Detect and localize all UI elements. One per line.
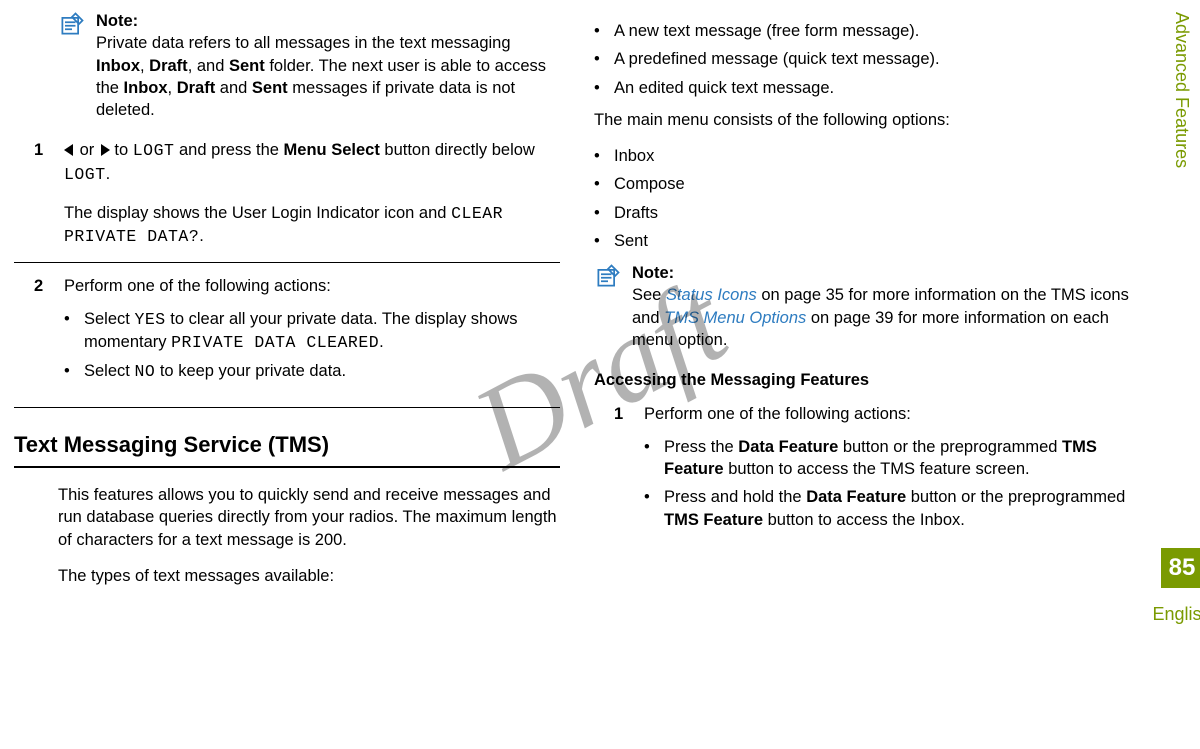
paragraph: The main menu consists of the following … <box>594 109 1140 131</box>
step-body: or to LOGT and press the Menu Select but… <box>64 139 560 248</box>
step-lead: Perform one of the following actions: <box>644 403 1140 425</box>
step-number: 2 <box>34 275 50 393</box>
language-label: English <box>1152 602 1200 626</box>
bullet-item: •Press and hold the Data Feature button … <box>644 486 1140 531</box>
section-heading-tms: Text Messaging Service (TMS) <box>14 430 560 468</box>
link-status-icons[interactable]: Status Icons <box>666 286 757 304</box>
paragraph: The types of text messages available: <box>58 565 560 587</box>
note-text: See Status Icons on page 35 for more inf… <box>632 284 1140 351</box>
side-tab: Advanced Features 85 English <box>1164 0 1200 627</box>
note-title: Note: <box>96 12 138 30</box>
step-number: 1 <box>34 139 50 248</box>
note-icon <box>58 10 86 38</box>
section-body: This features allows you to quickly send… <box>58 484 560 587</box>
bullet-item: •Sent <box>594 230 1140 252</box>
left-column: Note: Private data refers to all message… <box>14 10 560 739</box>
bullet-item: •A new text message (free form message). <box>594 20 1140 42</box>
bullet-list: •Press the Data Feature button or the pr… <box>644 436 1140 531</box>
code-yes: YES <box>134 310 165 329</box>
step-lead: Perform one of the following actions: <box>64 275 560 297</box>
step-1-right: 1 Perform one of the following actions: … <box>614 403 1140 540</box>
code-logt-2: LOGT <box>64 165 106 184</box>
bullet-list: •Select YES to clear all your private da… <box>64 308 560 384</box>
step-body: Perform one of the following actions: •S… <box>64 275 560 393</box>
step-1: 1 or to LOGT and press the Menu Select b… <box>34 139 560 248</box>
note-icon <box>594 262 622 290</box>
divider <box>14 262 560 263</box>
divider <box>14 407 560 408</box>
section-label: Advanced Features <box>1170 12 1194 168</box>
bullet-item: •Select NO to keep your private data. <box>64 360 560 383</box>
note-title: Note: <box>632 264 674 282</box>
note-content: Note: Private data refers to all message… <box>96 10 560 121</box>
bullet-item: •Drafts <box>594 202 1140 224</box>
bullet-item: •Press the Data Feature button or the pr… <box>644 436 1140 481</box>
step-number: 1 <box>614 403 630 540</box>
bullet-item: •A predefined message (quick text messag… <box>594 48 1140 70</box>
two-column-layout: Note: Private data refers to all message… <box>14 10 1140 739</box>
bullet-item: •Select YES to clear all your private da… <box>64 308 560 355</box>
note-block: Note: Private data refers to all message… <box>58 10 560 121</box>
code-logt: LOGT <box>133 141 175 160</box>
bullet-item: •Compose <box>594 173 1140 195</box>
step-2: 2 Perform one of the following actions: … <box>34 275 560 393</box>
bullet-item: •An edited quick text message. <box>594 77 1140 99</box>
step-body: Perform one of the following actions: •P… <box>644 403 1140 540</box>
link-tms-menu-options[interactable]: TMS Menu Options <box>664 309 806 327</box>
subsection-heading: Accessing the Messaging Features <box>594 369 1140 391</box>
left-arrow-icon <box>64 144 73 156</box>
bullet-list: •Inbox •Compose •Drafts •Sent <box>594 145 1140 252</box>
right-arrow-icon <box>101 144 110 156</box>
bullet-list: •A new text message (free form message).… <box>594 20 1140 99</box>
page-number: 85 <box>1161 548 1200 588</box>
code-no: NO <box>134 362 155 381</box>
bullet-item: •Inbox <box>594 145 1140 167</box>
right-column: •A new text message (free form message).… <box>594 10 1140 739</box>
document-page: Draft Note: Private data refers to all m… <box>0 0 1200 749</box>
note-block: Note: See Status Icons on page 35 for mo… <box>594 262 1140 351</box>
paragraph: This features allows you to quickly send… <box>58 484 560 551</box>
note-content: Note: See Status Icons on page 35 for mo… <box>632 262 1140 351</box>
code-private-cleared: PRIVATE DATA CLEARED <box>171 333 379 352</box>
step-result: The display shows the User Login Indicat… <box>64 202 560 249</box>
note-text: Private data refers to all messages in t… <box>96 32 560 121</box>
